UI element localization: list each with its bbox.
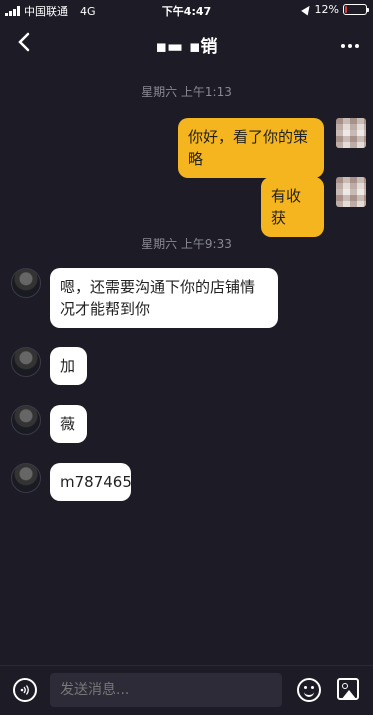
contact-avatar[interactable] xyxy=(11,405,41,435)
voice-icon xyxy=(20,685,29,695)
incoming-message[interactable]: 嗯，还需要沟通下你的店铺情况才能帮到你 xyxy=(50,268,278,328)
contact-avatar[interactable] xyxy=(11,463,41,493)
voice-button[interactable] xyxy=(13,678,37,702)
battery-percent: 12% xyxy=(314,3,339,16)
contact-avatar[interactable] xyxy=(11,268,41,298)
more-button[interactable] xyxy=(341,30,359,54)
outgoing-message[interactable]: 你好，看了你的策略 xyxy=(178,118,324,178)
timestamp: 星期六 上午9:33 xyxy=(141,237,232,251)
outgoing-message[interactable]: 有收获 xyxy=(261,177,324,237)
chat-title: ▪▬ ▪销 xyxy=(155,37,218,57)
battery-icon xyxy=(343,4,369,15)
image-button[interactable] xyxy=(337,678,359,700)
emoji-button[interactable] xyxy=(297,678,321,702)
status-right: 12% xyxy=(300,3,369,16)
more-horizontal-icon xyxy=(341,44,359,48)
incoming-message[interactable]: 加 xyxy=(50,347,87,385)
input-bar xyxy=(0,665,373,715)
message-input[interactable] xyxy=(50,673,282,707)
incoming-message[interactable]: m787465 xyxy=(50,463,132,501)
incoming-message[interactable]: 薇 xyxy=(50,405,87,443)
self-avatar[interactable] xyxy=(336,118,366,148)
self-avatar[interactable] xyxy=(336,177,366,207)
timestamp: 星期六 上午1:13 xyxy=(141,85,232,99)
contact-avatar[interactable] xyxy=(11,347,41,377)
chat-header: ▪▬ ▪销 xyxy=(0,22,373,62)
status-bar: 中国联通 4G 下午4:47 12% xyxy=(0,0,373,20)
location-icon xyxy=(300,3,313,16)
